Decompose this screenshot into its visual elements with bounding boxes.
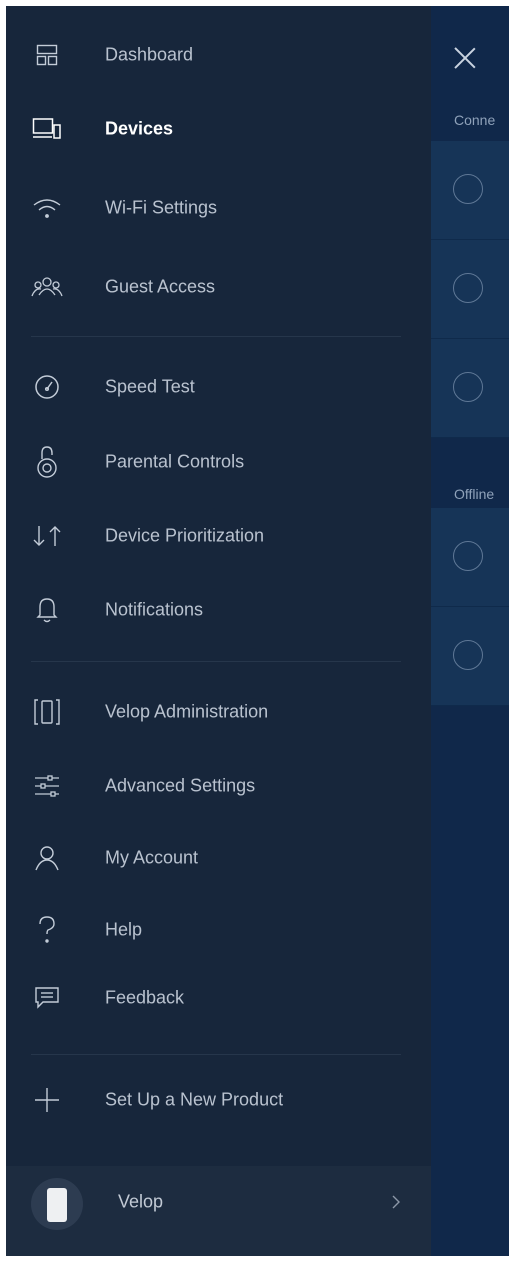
app-frame: Conne Offline Dashboard Devices Wi-Fi Se…: [6, 6, 509, 1256]
menu-item-label: Parental Controls: [105, 451, 245, 472]
menu-item-label: Feedback: [105, 987, 185, 1008]
menu-item-label: Devices: [105, 118, 174, 139]
feedback-icon: [30, 981, 64, 1015]
menu-item-velop-administration[interactable]: Velop Administration: [6, 686, 431, 738]
menu-item-my-account[interactable]: My Account: [6, 832, 431, 884]
guest-access-icon: [30, 270, 64, 304]
speedometer-icon: [30, 370, 64, 404]
network-switcher[interactable]: Velop: [6, 1166, 431, 1256]
menu-item-label: Help: [105, 919, 143, 940]
device-icon: [453, 640, 483, 670]
menu-item-label: Set Up a New Product: [105, 1089, 284, 1110]
chevron-right-icon: [389, 1193, 403, 1211]
sliders-icon: [30, 769, 64, 803]
close-icon[interactable]: [453, 46, 477, 70]
menu-divider: [31, 661, 401, 662]
menu-divider: [31, 1054, 401, 1055]
menu-item-label: Wi-Fi Settings: [105, 197, 218, 218]
device-row[interactable]: [431, 508, 509, 607]
help-icon: [30, 913, 64, 947]
menu-item-notifications[interactable]: Notifications: [6, 584, 431, 636]
plus-icon: [30, 1083, 64, 1117]
user-icon: [30, 841, 64, 875]
menu-item-label: Speed Test: [105, 376, 195, 397]
velop-node-icon: [30, 695, 64, 729]
device-icon: [453, 273, 483, 303]
menu-divider: [31, 336, 401, 337]
menu-item-speed-test[interactable]: Speed Test: [6, 361, 431, 413]
devices-icon: [30, 112, 64, 146]
menu-item-label: Velop Administration: [105, 701, 269, 722]
device-row[interactable]: [431, 141, 509, 240]
menu-item-label: Advanced Settings: [105, 775, 256, 796]
menu-item-help[interactable]: Help: [6, 904, 431, 956]
menu-item-advanced-settings[interactable]: Advanced Settings: [6, 760, 431, 812]
device-icon: [453, 174, 483, 204]
dashboard-icon: [30, 38, 64, 72]
menu-item-set-up-new-product[interactable]: Set Up a New Product: [6, 1074, 431, 1126]
lock-icon: [30, 445, 64, 479]
menu-item-guest-access[interactable]: Guest Access: [6, 261, 431, 313]
menu-item-label: Dashboard: [105, 44, 194, 65]
menu-item-dashboard[interactable]: Dashboard: [6, 29, 431, 81]
bell-icon: [30, 593, 64, 627]
menu-item-wifi-settings[interactable]: Wi-Fi Settings: [6, 182, 431, 234]
device-row[interactable]: [431, 339, 509, 438]
menu-item-label: My Account: [105, 847, 199, 868]
navigation-drawer: Dashboard Devices Wi-Fi Settings Guest A…: [6, 6, 431, 1256]
menu-item-label: Device Prioritization: [105, 525, 265, 546]
device-row[interactable]: [431, 607, 509, 706]
menu-item-parental-controls[interactable]: Parental Controls: [6, 436, 431, 488]
velop-avatar-icon: [31, 1178, 83, 1230]
section-offline-label: Offline: [454, 486, 495, 502]
menu-item-feedback[interactable]: Feedback: [6, 972, 431, 1024]
priority-arrows-icon: [30, 519, 64, 553]
menu-item-device-prioritization[interactable]: Device Prioritization: [6, 510, 431, 562]
network-name: Velop: [118, 1191, 164, 1212]
device-row[interactable]: [431, 240, 509, 339]
menu-item-label: Guest Access: [105, 276, 216, 297]
device-icon: [453, 541, 483, 571]
menu-item-devices[interactable]: Devices: [6, 103, 431, 155]
section-connected-label: Conne: [454, 112, 496, 128]
device-icon: [453, 372, 483, 402]
menu-item-label: Notifications: [105, 599, 204, 620]
wifi-icon: [30, 191, 64, 225]
